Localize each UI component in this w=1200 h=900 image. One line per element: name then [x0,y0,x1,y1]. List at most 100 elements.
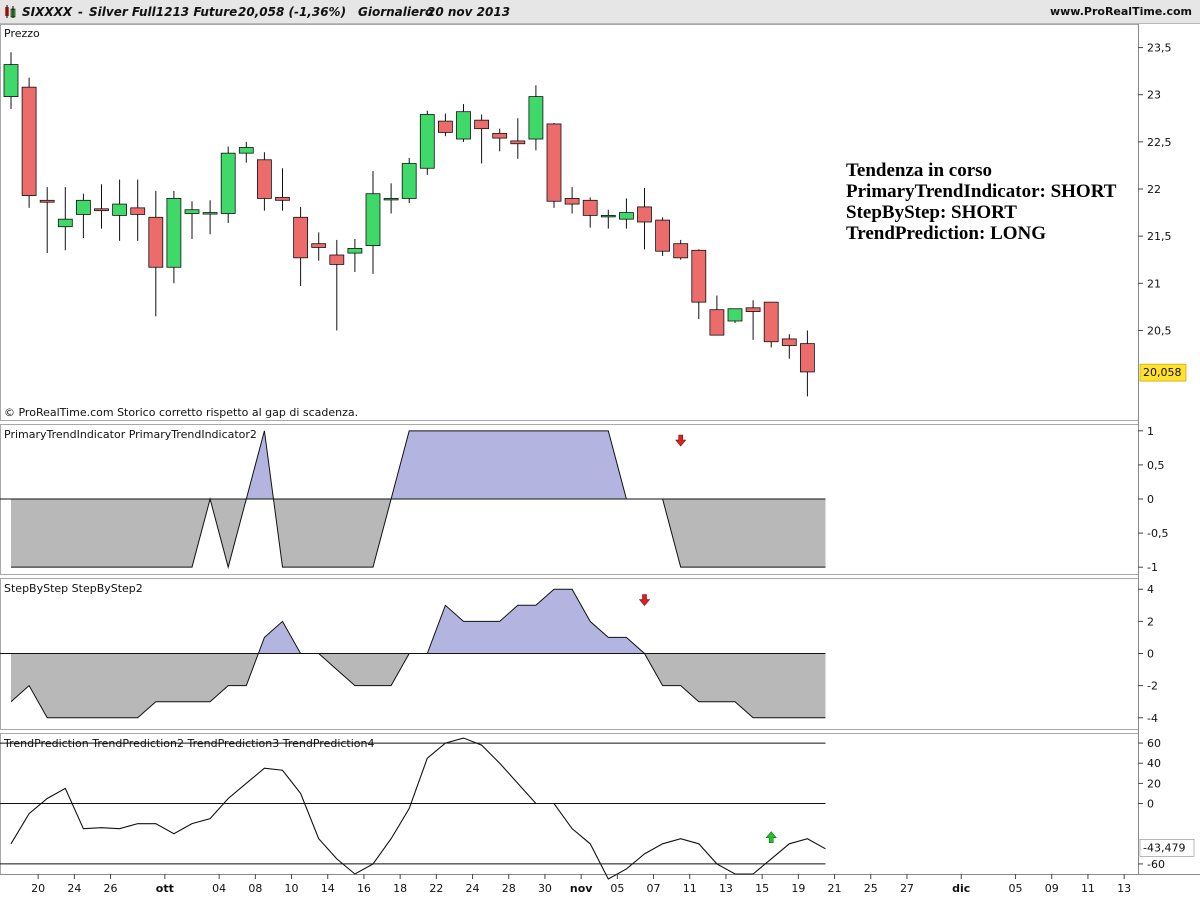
y-tick-label-1: 1 [1147,425,1154,438]
candle-body [383,198,399,201]
candle-body [311,243,327,248]
y-tick-label-2: 4 [1147,583,1154,596]
y-tick-label-1: 0,5 [1147,459,1165,472]
candle-30 [546,123,562,208]
candle-body [166,198,182,268]
trend-primary: PrimaryTrendIndicator: SHORT [846,181,1117,202]
candle-body [21,86,37,197]
x-tick-label: 10 [285,882,299,895]
x-tick-label: 05 [1009,882,1023,895]
x-tick-label: 16 [357,882,371,895]
x-tick-label: 24 [466,882,480,895]
candle-12 [220,146,236,223]
y-tick-label-2: 2 [1147,615,1154,628]
candle-1 [21,77,37,208]
x-tick-label: 15 [755,882,769,895]
x-tick-label: 20 [31,882,45,895]
y-tick-label-0: 21 [1147,277,1161,290]
x-tick-label: 26 [104,882,118,895]
candle-body [365,193,381,246]
step-by-step-label: StepByStep StepByStep2 [4,582,143,595]
candle-body [564,198,580,205]
candle-body [39,199,55,203]
candle-body [202,212,218,215]
candle-body [238,147,254,154]
candle-body [256,159,272,199]
x-tick-label: dic [952,882,970,895]
x-tick-label: 05 [610,882,624,895]
candlestick-icon [5,5,16,18]
candle-body [474,119,490,130]
candle-body [727,308,743,322]
candle-body [112,203,127,216]
x-tick-label: 08 [248,882,262,895]
y-tick-label-0: 23,5 [1147,42,1172,55]
candle-body [546,123,562,202]
y-tick-label-2: -2 [1147,680,1158,693]
x-tick-label: 07 [647,882,661,895]
y-tick-label-3: 60 [1147,737,1161,750]
candle-body [582,199,598,216]
candle-body [492,132,508,139]
candle-body [76,199,91,215]
x-tick-label: 22 [429,882,443,895]
title-bar: SIXXXX - Silver Full1213 Future 20,058 (… [0,0,1200,24]
candle-36 [655,217,670,256]
symbol-label: SIXXXX [22,5,73,19]
y-tick-label-3: 0 [1147,798,1154,811]
candle-body [293,216,309,259]
x-tick-label: 24 [67,882,81,895]
y-tick-label-3: 40 [1147,757,1161,770]
price-panel-label: Prezzo [4,27,40,40]
x-tick-label: 09 [1045,882,1059,895]
candle-body [329,254,345,265]
x-tick-label: 04 [212,882,226,895]
period-label: Giornaliero [358,5,434,19]
y-tick-label-0: 22,5 [1147,136,1172,149]
x-tick-label: 18 [393,882,407,895]
candle-body [401,163,417,199]
x-tick-label: 11 [683,882,697,895]
y-tick-label-1: 0 [1147,493,1154,506]
x-tick-label: 14 [321,882,335,895]
x-tick-label: 25 [864,882,878,895]
candle-body [691,249,707,303]
candle-body [528,96,544,140]
candle-body [745,307,761,312]
date-label: 20 nov 2013 [427,5,511,19]
price-footnote: © ProRealTime.com Storico corretto rispe… [4,406,358,419]
y-tick-label-2: 0 [1147,648,1154,661]
candle-body [94,208,109,212]
x-tick-label: 30 [538,882,552,895]
trend-prediction: TrendPrediction: LONG [846,223,1047,244]
candle-body [347,247,363,254]
candle-body [800,343,815,373]
y-tick-label-2: -4 [1147,712,1158,725]
y-tick-label-0: 20,5 [1147,324,1172,337]
candle-42 [763,301,779,348]
site-link[interactable]: www.ProRealTime.com [1050,5,1192,18]
trend-summary: Tendenza in corso PrimaryTrendIndicator:… [846,160,1116,244]
x-tick-label: 19 [791,882,805,895]
trend-stepbystep: StepByStep: SHORT [846,202,1017,223]
x-tick-label: 28 [502,882,516,895]
chart-area[interactable]: Prezzo © ProRealTime.com Storico corretto… [0,24,1200,900]
candle-body [600,214,616,218]
y-tick-label-1: -1 [1147,561,1158,574]
candle-body [763,301,779,343]
candle-body [456,111,471,140]
candle-23 [419,110,435,175]
y-tick-label-0: 22 [1147,183,1161,196]
candle-body [437,120,453,133]
x-tick-label: 13 [1117,882,1131,895]
instrument-name: Silver Full1213 Future [89,5,238,19]
x-tick-label: 21 [828,882,842,895]
y-tick-label-0: 21,5 [1147,230,1172,243]
candle-body [510,140,526,145]
candle-body [130,207,146,215]
y-tick-label-3: -60 [1147,858,1165,871]
quote-label: 20,058 (-1,36%) [238,5,347,19]
trend-title: Tendenza in corso [846,160,993,181]
candle-body [184,209,200,214]
candle-body [673,243,689,259]
